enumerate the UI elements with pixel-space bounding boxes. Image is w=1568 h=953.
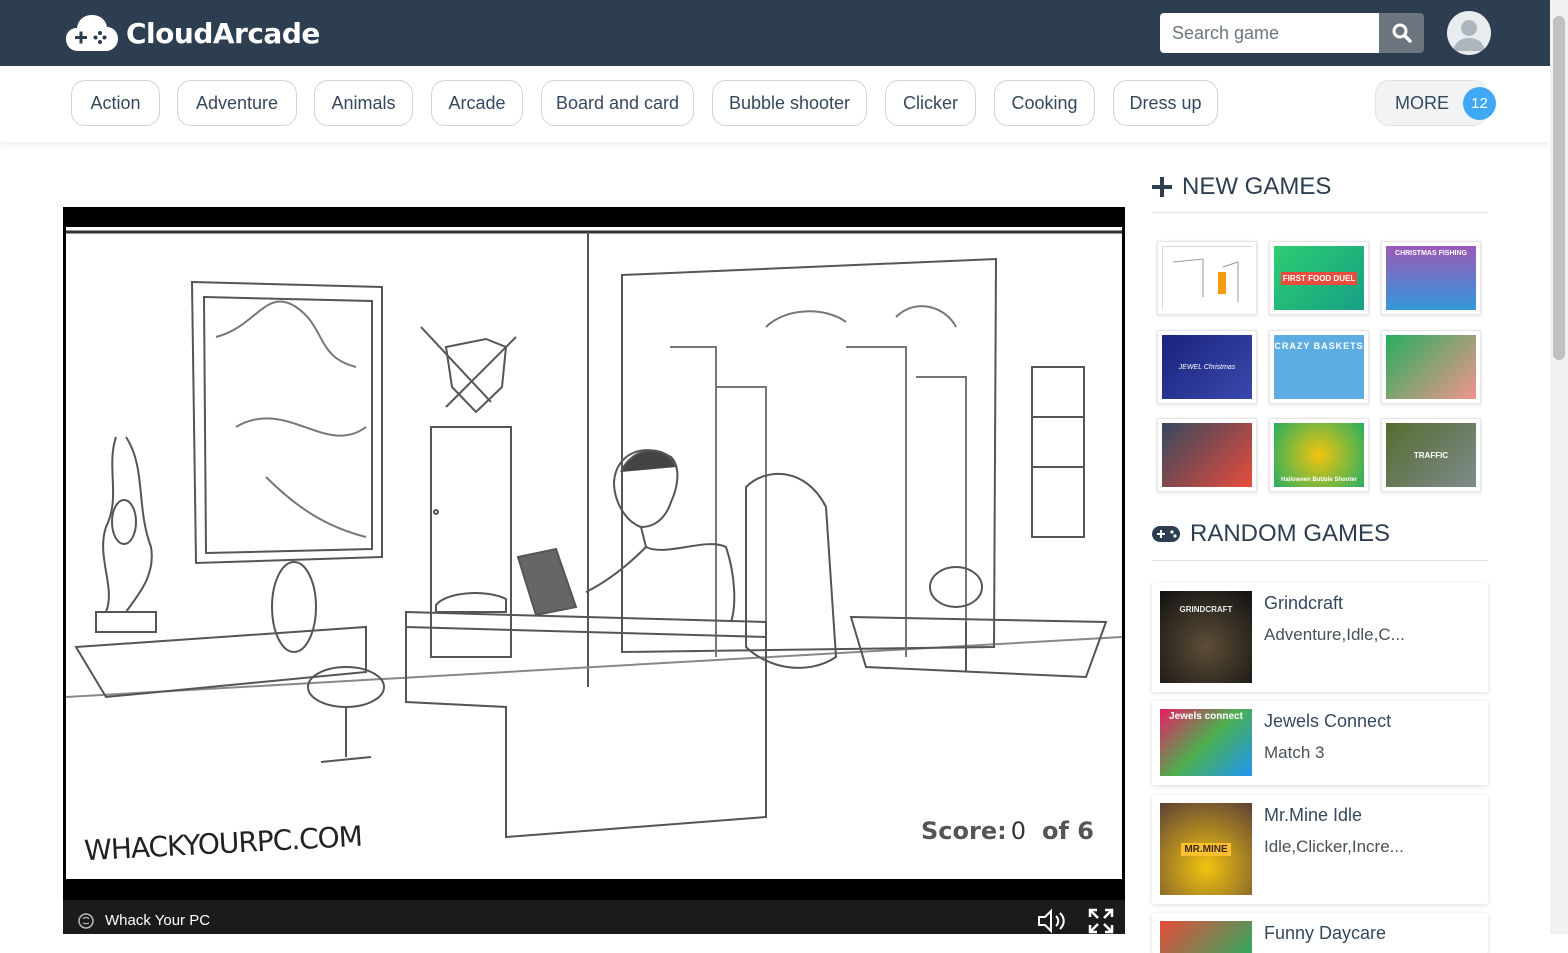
random-game-image-2: Jewels connect <box>1160 709 1252 776</box>
random-game-image-3: MR.MINE <box>1160 803 1252 895</box>
new-game-thumb-5-label: CRAZY BASKETS <box>1274 341 1364 351</box>
cloud-gamepad-icon <box>66 15 118 51</box>
new-game-thumb-4[interactable]: JEWEL Christmas <box>1157 330 1257 404</box>
category-arcade[interactable]: Arcade <box>431 80 523 126</box>
category-board-and-card[interactable]: Board and card <box>541 80 694 126</box>
game-title: Whack Your PC <box>105 912 211 929</box>
new-game-thumb-4-label: JEWEL Christmas <box>1178 363 1236 371</box>
fullscreen-icon[interactable] <box>1088 908 1114 934</box>
score-display: Score: 0 of 6 <box>921 817 1094 845</box>
random-games-heading: RANDOM GAMES <box>1152 520 1390 548</box>
page-scrollbar[interactable] <box>1550 0 1568 934</box>
new-games-divider <box>1152 212 1488 213</box>
game-control-bar: Whack Your PC <box>63 900 1125 934</box>
game-brain-icon <box>78 913 94 929</box>
new-game-thumb-3-label: CHRISTMAS FISHING <box>1395 250 1467 257</box>
score-total: 6 <box>1077 817 1094 845</box>
category-action[interactable]: Action <box>71 80 160 126</box>
random-games-title: RANDOM GAMES <box>1190 520 1391 547</box>
plus-icon <box>1152 177 1172 197</box>
random-game-logo-3: MR.MINE <box>1181 842 1231 856</box>
site-logo[interactable]: CloudArcade <box>66 10 320 56</box>
random-game-logo-2: Jewels connect <box>1169 711 1243 722</box>
random-game-tags-2: Match 3 <box>1264 743 1325 762</box>
search-icon <box>1392 23 1412 43</box>
random-game-card-1[interactable]: GRINDCRAFT Grindcraft Adventure,Idle,C..… <box>1152 583 1488 692</box>
search-form <box>1160 13 1424 53</box>
random-game-logo-1: GRINDCRAFT <box>1179 605 1233 614</box>
new-game-thumb-9[interactable]: TRAFFIC <box>1381 418 1481 492</box>
office-scene-illustration <box>66 230 1122 839</box>
user-avatar[interactable] <box>1447 11 1491 55</box>
category-bar: Action Adventure Animals Arcade Board an… <box>0 66 1550 142</box>
category-clicker[interactable]: Clicker <box>885 80 976 126</box>
score-label-text: Score: <box>921 817 1007 845</box>
new-games-heading: NEW GAMES <box>1152 173 1331 201</box>
volume-icon[interactable] <box>1036 908 1068 934</box>
game-letterbox-top <box>63 207 1125 227</box>
game-letterbox-bottom <box>63 879 1125 900</box>
category-bubble-shooter[interactable]: Bubble shooter <box>712 80 867 126</box>
game-canvas[interactable]: Score: 0 of 6 WHACKYOURPC.COM <box>63 227 1125 879</box>
user-icon <box>1447 11 1491 55</box>
new-game-thumb-3[interactable]: CHRISTMAS FISHING <box>1381 241 1481 315</box>
random-game-card-4[interactable]: Funny Daycare <box>1152 913 1488 953</box>
category-adventure[interactable]: Adventure <box>177 80 297 126</box>
category-dress-up[interactable]: Dress up <box>1113 80 1218 126</box>
search-button[interactable] <box>1379 13 1424 53</box>
scrollbar-thumb[interactable] <box>1553 16 1565 360</box>
gamepad-icon <box>1152 526 1180 542</box>
new-game-thumb-5[interactable]: CRAZY BASKETS <box>1269 330 1369 404</box>
category-cooking[interactable]: Cooking <box>994 80 1095 126</box>
new-game-thumb-7[interactable] <box>1157 418 1257 492</box>
new-game-thumb-8-label: Halloween Bubble Shooter <box>1280 477 1357 483</box>
score-value: 0 <box>1010 817 1026 845</box>
random-game-card-2[interactable]: Jewels connect Jewels Connect Match 3 <box>1152 701 1488 785</box>
new-game-thumb-9-label: TRAFFIC <box>1413 450 1449 460</box>
new-game-thumb-6[interactable] <box>1381 330 1481 404</box>
new-game-thumb-2-label: FIRST FOOD DUEL <box>1280 271 1358 285</box>
random-game-image-1: GRINDCRAFT <box>1160 591 1252 683</box>
more-count-badge: 12 <box>1463 87 1496 120</box>
random-game-name-3: Mr.Mine Idle <box>1264 805 1363 825</box>
random-game-name-1: Grindcraft <box>1264 593 1344 613</box>
new-game-thumb-1[interactable] <box>1157 241 1257 315</box>
random-games-divider <box>1152 560 1488 561</box>
random-game-card-3[interactable]: MR.MINE Mr.Mine Idle Idle,Clicker,Incre.… <box>1152 795 1488 904</box>
search-input[interactable] <box>1160 13 1379 53</box>
random-game-name-2: Jewels Connect <box>1264 711 1392 731</box>
new-game-thumb-8[interactable]: Halloween Bubble Shooter <box>1269 418 1369 492</box>
random-game-tags-3: Idle,Clicker,Incre... <box>1264 837 1404 856</box>
sketch-thumbnail-icon <box>1163 247 1253 311</box>
new-games-title: NEW GAMES <box>1182 173 1332 200</box>
category-animals[interactable]: Animals <box>314 80 413 126</box>
score-of-text: of <box>1042 817 1069 845</box>
random-game-image-4 <box>1160 921 1252 953</box>
new-game-thumb-2[interactable]: FIRST FOOD DUEL <box>1269 241 1369 315</box>
random-game-tags-1: Adventure,Idle,C... <box>1264 625 1405 644</box>
logo-text: CloudArcade <box>126 16 320 50</box>
top-navbar: CloudArcade <box>0 0 1568 66</box>
